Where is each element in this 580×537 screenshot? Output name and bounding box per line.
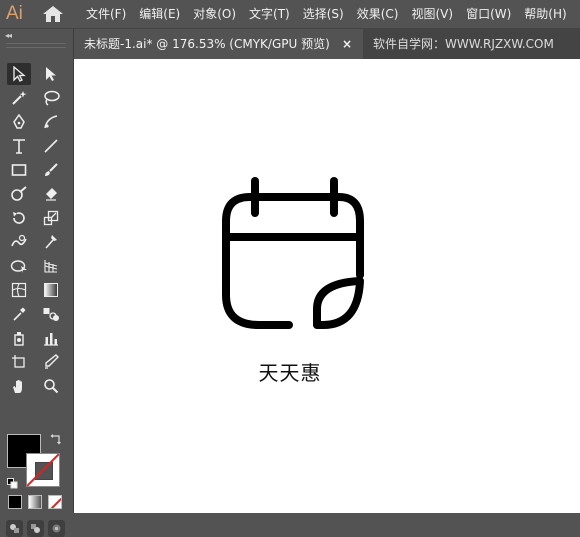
app-logo: Ai [6, 3, 23, 24]
menu-edit[interactable]: 编辑(E) [139, 0, 180, 28]
scale-icon[interactable] [39, 207, 63, 229]
menu-list: 文件(F) 编辑(E) 对象(O) 文字(T) 选择(S) 效果(C) 视图(V… [86, 0, 580, 28]
home-icon[interactable] [42, 5, 64, 23]
tools-panel: ◂◂ [0, 29, 74, 537]
tab-label: 未标题-1.ai* @ 176.53% (CMYK/GPU 预览) [84, 37, 330, 51]
tab-label-inactive: 软件自学网：WWW.RJZXW.COM [373, 37, 554, 51]
tab-document-active[interactable]: 未标题-1.ai* @ 176.53% (CMYK/GPU 预览) [74, 29, 363, 59]
menu-select[interactable]: 选择(S) [303, 0, 344, 28]
artboard-icon[interactable] [7, 351, 31, 373]
lasso-icon[interactable] [39, 87, 63, 109]
calendar-logo-artwork[interactable] [219, 177, 369, 333]
mesh-icon[interactable] [7, 279, 31, 301]
puppet-warp-icon[interactable] [39, 231, 63, 253]
eraser-icon[interactable] [39, 183, 63, 205]
menu-view[interactable]: 视图(V) [411, 0, 453, 28]
none-slash-icon [27, 454, 59, 486]
draw-behind-button[interactable] [27, 520, 44, 537]
line-segment-icon[interactable] [39, 135, 63, 157]
shaper-icon[interactable] [7, 183, 31, 205]
selection-tool-icon[interactable] [7, 63, 31, 85]
draw-inside-button[interactable] [48, 520, 65, 537]
none-mode-button[interactable] [48, 495, 62, 509]
curvature-icon[interactable] [39, 111, 63, 133]
artboard-canvas[interactable]: 天天惠 [74, 59, 580, 513]
menu-effect[interactable]: 效果(C) [357, 0, 399, 28]
tab-close-button[interactable]: × [342, 29, 352, 59]
document-tab-bar: 未标题-1.ai* @ 176.53% (CMYK/GPU 预览) × 软件自学… [74, 29, 580, 59]
menu-object[interactable]: 对象(O) [193, 0, 236, 28]
symbol-sprayer-icon[interactable] [7, 327, 31, 349]
gradient-mode-button[interactable] [28, 495, 42, 509]
draw-normal-button[interactable] [6, 520, 23, 537]
column-graph-icon[interactable] [39, 327, 63, 349]
eyedropper-icon[interactable] [7, 303, 31, 325]
swap-icon[interactable] [50, 433, 62, 448]
menu-bar: Ai 文件(F) 编辑(E) 对象(O) 文字(T) 选择(S) 效果(C) 视… [0, 0, 580, 29]
artwork-caption: 天天惠 [258, 361, 322, 385]
direct-selection-tool-icon[interactable] [39, 63, 63, 85]
panel-grip[interactable] [6, 43, 66, 48]
menu-help[interactable]: 帮助(H) [524, 0, 566, 28]
free-transform-icon[interactable] [7, 255, 31, 277]
blend-icon[interactable] [39, 303, 63, 325]
rectangle-icon[interactable] [7, 159, 31, 181]
hand-icon[interactable] [7, 375, 31, 397]
pen-icon[interactable] [7, 111, 31, 133]
panel-collapse-button[interactable]: ◂◂ [5, 31, 12, 40]
default-colors-icon[interactable] [7, 474, 18, 489]
paintbrush-icon[interactable] [39, 159, 63, 181]
menu-window[interactable]: 窗口(W) [466, 0, 511, 28]
slice-icon[interactable] [39, 351, 63, 373]
type-icon[interactable] [7, 135, 31, 157]
perspective-grid-icon[interactable] [39, 255, 63, 277]
rotate-icon[interactable] [7, 207, 31, 229]
menu-file[interactable]: 文件(F) [86, 0, 126, 28]
color-mode-button[interactable] [8, 495, 22, 509]
zoom-icon[interactable] [39, 375, 63, 397]
gradient-icon[interactable] [39, 279, 63, 301]
warp-icon[interactable] [7, 231, 31, 253]
menu-type[interactable]: 文字(T) [249, 0, 290, 28]
stroke-swatch[interactable] [26, 453, 60, 487]
magic-wand-icon[interactable] [7, 87, 31, 109]
tab-document-inactive[interactable]: 软件自学网：WWW.RJZXW.COM [363, 29, 580, 59]
